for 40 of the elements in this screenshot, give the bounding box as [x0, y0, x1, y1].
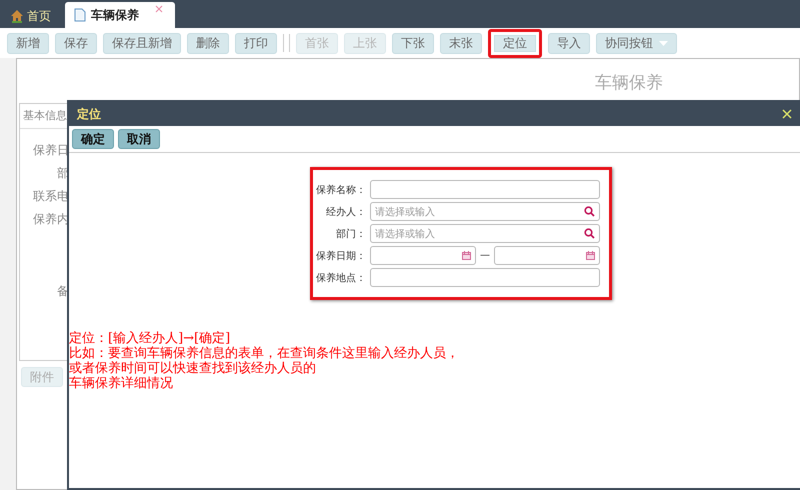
toolbar-button[interactable]: 下张 — [392, 32, 434, 54]
field-label: 保养名称： — [316, 184, 366, 196]
confirm-button[interactable]: 确定 — [72, 129, 114, 149]
input-field[interactable] — [370, 268, 600, 287]
input-field[interactable]: 请选择或输入 — [370, 202, 600, 221]
date-field[interactable] — [370, 246, 476, 265]
search-icon[interactable] — [584, 206, 595, 217]
toolbar-button[interactable]: 新增 — [7, 32, 49, 54]
toolbar-button[interactable]: 保存且新增 — [103, 32, 181, 54]
field-label: 备 — [57, 283, 69, 300]
toolbar-button[interactable]: 保存 — [55, 32, 97, 54]
document-icon — [73, 8, 87, 22]
form-title: 车辆保养 — [594, 72, 664, 95]
field-label: 保养地点： — [316, 272, 366, 284]
field-label: 保养日 — [33, 142, 69, 159]
toolbar-button[interactable]: 打印 — [235, 32, 277, 54]
annotation-text: 定位：[输入经办人]→[确定] 比如：要查询车辆保养信息的表单，在查询条件这里输入经办人员， 或者保养时间可以快速查找到该经办人员的 车辆保养详细情况 — [69, 331, 459, 391]
input-field[interactable] — [370, 180, 600, 199]
calendar-icon[interactable] — [586, 251, 595, 260]
toolbar-button[interactable]: 删除 — [187, 32, 229, 54]
calendar-icon[interactable] — [462, 251, 471, 260]
toolbar-button[interactable]: 末张 — [440, 32, 482, 54]
house-icon — [10, 9, 24, 23]
toolbar-separator — [283, 34, 290, 52]
field-label: 保养日期： — [316, 250, 366, 262]
dropdown-button[interactable]: 协同按钮 — [596, 32, 677, 54]
search-icon[interactable] — [584, 228, 595, 239]
close-icon[interactable] — [782, 109, 792, 119]
input-field[interactable]: 请选择或输入 — [370, 224, 600, 243]
toolbar-button[interactable]: 导入 — [548, 32, 590, 54]
dialog-title: 定位 — [77, 106, 101, 122]
tab[interactable]: 首页 — [8, 4, 59, 28]
tab[interactable]: 车辆保养 — [65, 2, 175, 28]
range-separator: — — [480, 250, 490, 261]
field-label: 部门： — [335, 228, 366, 240]
caret-icon — [659, 40, 668, 46]
cancel-button[interactable]: 取消 — [118, 129, 160, 149]
toolbar-button[interactable]: 定位 — [488, 28, 542, 58]
field-label: 经办人： — [325, 206, 366, 218]
date-field[interactable] — [494, 246, 600, 265]
